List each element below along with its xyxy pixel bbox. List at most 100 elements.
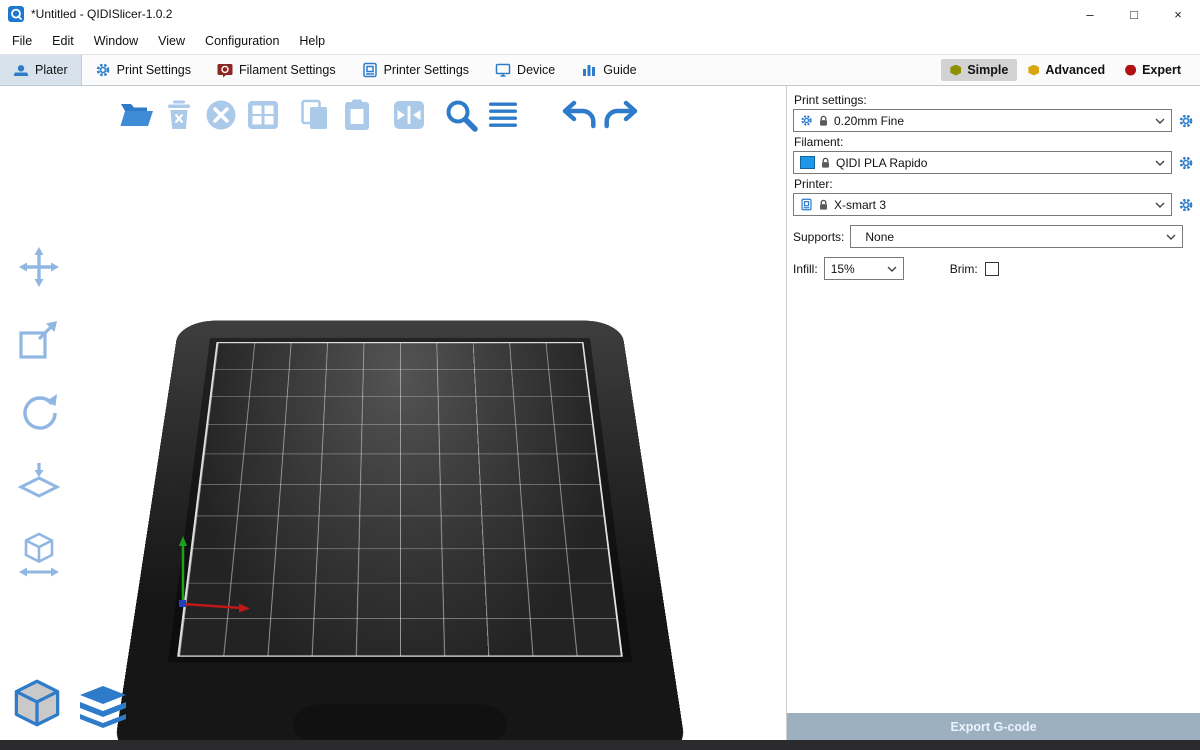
mode-simple[interactable]: Simple [941,59,1017,81]
supports-value: None [857,230,1161,244]
filament-color-swatch [800,156,815,169]
filament-label: Filament: [794,135,1195,149]
chevron-down-icon [1155,160,1165,166]
undo-icon[interactable] [558,96,600,134]
filament-value: QIDI PLA Rapido [836,156,1150,170]
title-bar: *Untitled - QIDISlicer-1.0.2 – □ × [0,0,1200,28]
filament-combo[interactable]: QIDI PLA Rapido [793,151,1172,174]
window-title: *Untitled - QIDISlicer-1.0.2 [31,7,172,21]
printer-icon [362,62,378,78]
tab-device[interactable]: Device [482,55,568,85]
minimize-button[interactable]: – [1068,0,1112,28]
printer-icon [800,198,813,211]
tab-filament-settings[interactable]: Filament Settings [204,55,349,85]
lock-icon [820,157,831,169]
app-window: *Untitled - QIDISlicer-1.0.2 – □ × File … [0,0,1200,750]
close-button[interactable]: × [1156,0,1200,28]
bed-handle [292,704,508,740]
menu-window[interactable]: Window [84,30,148,52]
tab-label: Guide [603,63,636,77]
print-settings-gear-button[interactable] [1177,112,1195,130]
export-gcode-button[interactable]: Export G-code [787,713,1200,740]
copy-icon[interactable] [294,96,336,134]
filament-gear-button[interactable] [1177,154,1195,172]
maximize-button[interactable]: □ [1112,0,1156,28]
3d-viewport[interactable] [0,86,786,740]
open-icon[interactable] [116,96,158,134]
preview-layers-icon[interactable] [80,686,126,728]
window-controls: – □ × [1068,0,1200,28]
tab-printer-settings[interactable]: Printer Settings [349,55,482,85]
filament-icon [217,62,233,78]
arrange-icon[interactable] [242,96,284,134]
mode-label: Simple [967,63,1008,77]
brim-label: Brim: [950,262,978,276]
main-area: Print settings: 0.20mm Fine [0,86,1200,740]
printer-label: Printer: [794,177,1195,191]
print-settings-combo[interactable]: 0.20mm Fine [793,109,1172,132]
supports-label: Supports: [793,230,844,244]
chevron-down-icon [1155,118,1165,124]
printer-gear-button[interactable] [1177,196,1195,214]
device-icon [495,62,511,78]
tab-print-settings[interactable]: Print Settings [82,55,204,85]
tab-label: Print Settings [117,63,191,77]
menu-help[interactable]: Help [289,30,335,52]
menu-bar: File Edit Window View Configuration Help [0,28,1200,54]
gear-icon [800,114,813,127]
tab-label: Filament Settings [239,63,336,77]
axes-indicator [170,528,262,620]
tab-plater[interactable]: Plater [0,55,82,85]
printer-value: X-smart 3 [834,198,1150,212]
app-logo-icon [8,6,24,22]
rotate-icon[interactable] [15,388,63,434]
move-icon[interactable] [15,244,63,290]
delete-icon[interactable] [158,96,200,134]
paste-icon[interactable] [336,96,378,134]
tab-label: Device [517,63,555,77]
lock-icon [818,115,829,127]
infill-label: Infill: [793,262,818,276]
sidebar-content: Print settings: 0.20mm Fine [787,86,1200,713]
mode-label: Expert [1142,63,1181,77]
lock-icon [818,199,829,211]
status-strip [0,740,1200,750]
tab-guide[interactable]: Guide [568,55,649,85]
expert-mode-icon [1125,65,1136,76]
sidebar: Print settings: 0.20mm Fine [786,86,1200,740]
chevron-down-icon [1166,234,1176,240]
chevron-down-icon [887,266,897,272]
measure-icon[interactable] [15,532,63,578]
mode-advanced[interactable]: Advanced [1019,59,1114,81]
view-switch [12,678,126,728]
brim-checkbox[interactable] [985,262,999,276]
3d-editor-view-icon[interactable] [12,678,62,728]
menu-view[interactable]: View [148,30,195,52]
supports-combo[interactable]: None [850,225,1183,248]
search-icon[interactable] [440,96,482,134]
gear-icon [95,62,111,78]
chevron-down-icon [1155,202,1165,208]
menu-configuration[interactable]: Configuration [195,30,289,52]
mode-selector: Simple Advanced Expert [941,55,1200,85]
plater-icon [13,62,29,78]
simple-mode-icon [950,65,961,76]
print-settings-label: Print settings: [794,93,1195,107]
delete-all-icon[interactable] [200,96,242,134]
menu-edit[interactable]: Edit [42,30,84,52]
printer-combo[interactable]: X-smart 3 [793,193,1172,216]
scale-icon[interactable] [15,316,63,362]
tab-label: Printer Settings [384,63,469,77]
tab-label: Plater [35,63,68,77]
mode-expert[interactable]: Expert [1116,59,1190,81]
viewport-toolbar [116,96,642,134]
menu-file[interactable]: File [2,30,42,52]
variable-layer-height-icon[interactable] [482,96,524,134]
infill-value: 15% [831,262,882,276]
redo-icon[interactable] [600,96,642,134]
guide-icon [581,62,597,78]
split-icon[interactable] [388,96,430,134]
print-settings-value: 0.20mm Fine [834,114,1150,128]
infill-combo[interactable]: 15% [824,257,904,280]
place-on-face-icon[interactable] [15,460,63,506]
